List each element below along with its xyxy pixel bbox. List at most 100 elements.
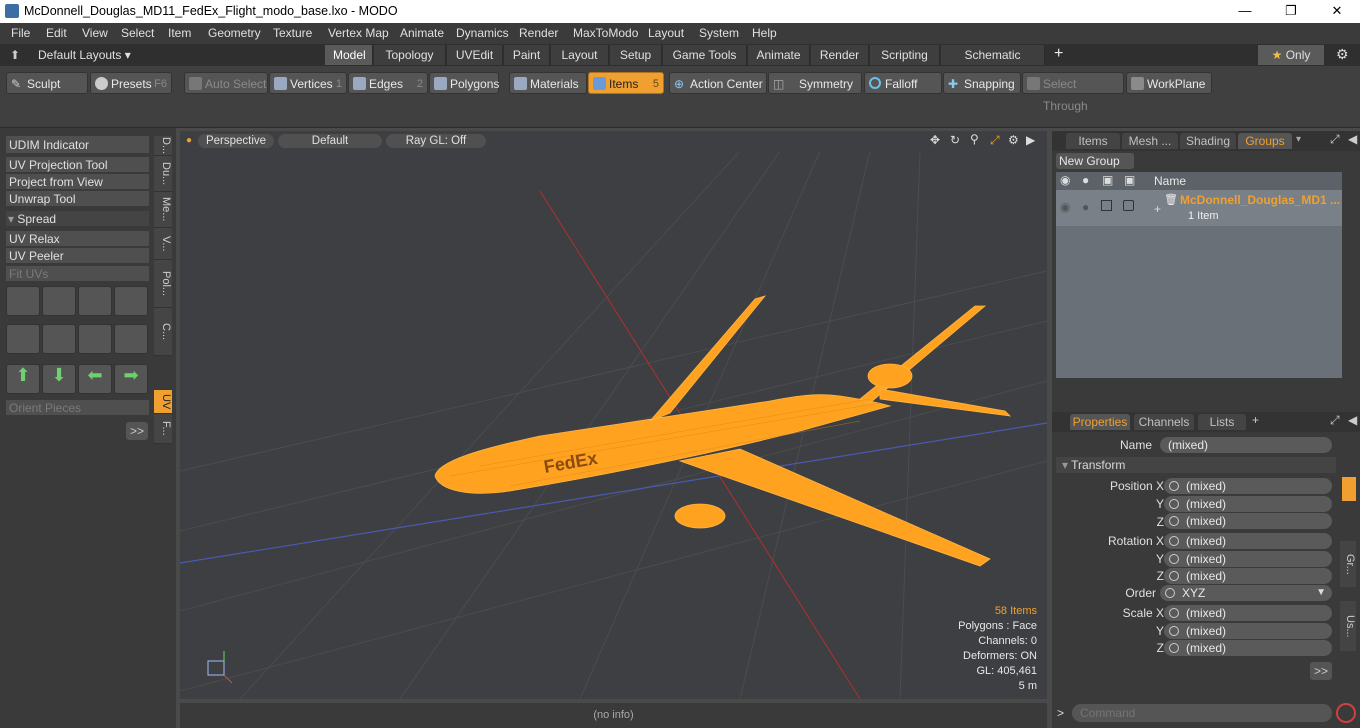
vtab-v[interactable]: V... <box>154 228 172 260</box>
tabs-dropdown-icon[interactable]: ▾ <box>1296 134 1301 145</box>
uv-cylinder-icon[interactable] <box>6 324 40 354</box>
keyframe-dot-icon[interactable] <box>1169 554 1179 564</box>
order-dropdown[interactable]: XYZ ▼ <box>1160 585 1332 601</box>
pan-icon[interactable]: ✥ <box>930 133 940 147</box>
tab-layout[interactable]: Layout <box>551 45 609 65</box>
keyframe-dot-icon[interactable] <box>1165 588 1175 598</box>
menu-layout[interactable]: Layout <box>648 26 684 40</box>
3d-viewport[interactable]: FedEx ● Perspective Default Ray GL: Off … <box>180 131 1047 699</box>
row-lock-checkbox[interactable] <box>1101 200 1112 211</box>
panel-menu-icon[interactable]: ◀ <box>1348 132 1357 146</box>
symmetry-button[interactable]: ◫ Symmetry <box>768 72 862 94</box>
keyframe-dot-icon[interactable] <box>1169 499 1179 509</box>
menu-help[interactable]: Help <box>752 26 777 40</box>
menu-maxtomodo[interactable]: MaxToModo <box>573 26 638 40</box>
spread-section[interactable]: ▾ Spread <box>6 211 149 227</box>
menu-file[interactable]: File <box>11 26 30 40</box>
fit-view-icon[interactable]: ⤢ <box>990 133 1000 148</box>
lock-cube-icon[interactable]: ▣ <box>1102 173 1113 187</box>
uv-projection-tool-button[interactable]: UV Projection Tool <box>6 157 149 173</box>
props-menu-icon[interactable]: ◀ <box>1348 413 1357 427</box>
close-button[interactable]: ✕ <box>1314 0 1360 23</box>
auto-select-button[interactable]: Auto Select <box>184 72 268 94</box>
position-y-field[interactable]: (mixed) <box>1164 496 1332 512</box>
add-tab-button[interactable]: + <box>1054 45 1063 63</box>
minimize-button[interactable]: — <box>1222 0 1268 23</box>
layout-up-icon[interactable]: ⬆ <box>10 48 20 62</box>
unwrap-tool-button[interactable]: Unwrap Tool <box>6 191 149 207</box>
raygl-toggle[interactable]: Ray GL: Off <box>386 134 486 148</box>
row-select-checkbox[interactable] <box>1123 200 1134 211</box>
side-tab-active[interactable] <box>1342 477 1356 501</box>
arrow-right-icon[interactable]: ➡ <box>114 364 148 394</box>
materials-button[interactable]: Materials <box>509 72 587 94</box>
keyframe-dot-icon[interactable] <box>1169 571 1179 581</box>
tab-game-tools[interactable]: Game Tools <box>663 45 747 65</box>
keyframe-dot-icon[interactable] <box>1169 481 1179 491</box>
vtab-uv[interactable]: UV <box>154 390 172 414</box>
layouts-dropdown[interactable]: Default Layouts ▾ <box>38 48 131 62</box>
tab-items[interactable]: Items <box>1066 133 1120 149</box>
menu-system[interactable]: System <box>699 26 739 40</box>
tab-setup[interactable]: Setup <box>610 45 662 65</box>
uv-move-icon[interactable] <box>78 286 112 316</box>
render-icon[interactable]: ● <box>1082 173 1089 187</box>
rotation-y-field[interactable]: (mixed) <box>1164 551 1332 567</box>
workplane-button[interactable]: WorkPlane <box>1126 72 1212 94</box>
record-icon[interactable] <box>1336 703 1356 723</box>
arrow-up-icon[interactable]: ⬆ <box>6 364 40 394</box>
menu-animate[interactable]: Animate <box>400 26 444 40</box>
tab-animate[interactable]: Animate <box>748 45 810 65</box>
tab-model[interactable]: Model <box>325 45 373 65</box>
tab-mesh[interactable]: Mesh ... <box>1122 133 1178 149</box>
settings-gear-icon[interactable]: ⚙ <box>1336 46 1349 63</box>
viewport-more-icon[interactable]: ▶ <box>1026 133 1035 147</box>
rotate-view-icon[interactable]: ↻ <box>950 133 960 147</box>
add-tab-plus[interactable]: + <box>1252 413 1259 427</box>
keyframe-dot-icon[interactable] <box>1169 626 1179 636</box>
menu-edit[interactable]: Edit <box>46 26 67 40</box>
tab-properties[interactable]: Properties <box>1070 414 1130 430</box>
transform-section[interactable]: ▾ Transform <box>1056 457 1336 473</box>
tab-shading[interactable]: Shading <box>1180 133 1236 149</box>
menu-select[interactable]: Select <box>121 26 154 40</box>
scale-x-field[interactable]: (mixed) <box>1164 605 1332 621</box>
new-group-button[interactable]: New Group <box>1056 153 1134 169</box>
orient-pieces-button[interactable]: Orient Pieces <box>6 400 149 416</box>
uv-transform-icon[interactable] <box>6 286 40 316</box>
tab-schematic-fusion[interactable]: Schematic Fusion <box>941 45 1045 82</box>
keyframe-dot-icon[interactable] <box>1169 516 1179 526</box>
edges-button[interactable]: Edges 2 <box>348 72 428 94</box>
tab-render[interactable]: Render <box>811 45 869 65</box>
position-z-field[interactable]: (mixed) <box>1164 513 1332 529</box>
position-x-field[interactable]: (mixed) <box>1164 478 1332 494</box>
vtab-d[interactable]: D... <box>154 136 172 156</box>
view-type-dropdown[interactable]: Perspective <box>198 134 274 148</box>
tab-groups[interactable]: Groups <box>1238 133 1292 149</box>
only-toggle[interactable]: ★ Only <box>1258 45 1324 65</box>
project-from-view-button[interactable]: Project from View <box>6 174 149 190</box>
menu-item[interactable]: Item <box>168 26 191 40</box>
menu-vertex-map[interactable]: Vertex Map <box>328 26 389 40</box>
props-expand-icon[interactable]: ⤢ <box>1330 413 1340 428</box>
keyframe-dot-icon[interactable] <box>1169 536 1179 546</box>
uv-peeler-button[interactable]: UV Peeler <box>6 248 149 264</box>
udim-indicator-button[interactable]: UDIM Indicator <box>6 136 149 154</box>
vtab-du[interactable]: Du... <box>154 156 172 192</box>
tab-channels[interactable]: Channels <box>1134 414 1194 430</box>
items-button[interactable]: Items 5 <box>588 72 664 94</box>
scale-y-field[interactable]: (mixed) <box>1164 623 1332 639</box>
menu-render[interactable]: Render <box>519 26 558 40</box>
menu-view[interactable]: View <box>82 26 108 40</box>
row-expand-icon[interactable]: + <box>1154 202 1161 216</box>
scale-z-field[interactable]: (mixed) <box>1164 640 1332 656</box>
keyframe-dot-icon[interactable] <box>1169 608 1179 618</box>
tab-paint[interactable]: Paint <box>504 45 550 65</box>
side-tab-us[interactable]: Us... <box>1340 601 1356 651</box>
menu-texture[interactable]: Texture <box>273 26 312 40</box>
menu-dynamics[interactable]: Dynamics <box>456 26 509 40</box>
expand-button[interactable]: >> <box>126 422 148 440</box>
visibility-eye-icon[interactable]: ◉ <box>1060 173 1070 187</box>
tab-scripting[interactable]: Scripting <box>870 45 940 65</box>
vtab-f[interactable]: F... <box>154 414 172 444</box>
